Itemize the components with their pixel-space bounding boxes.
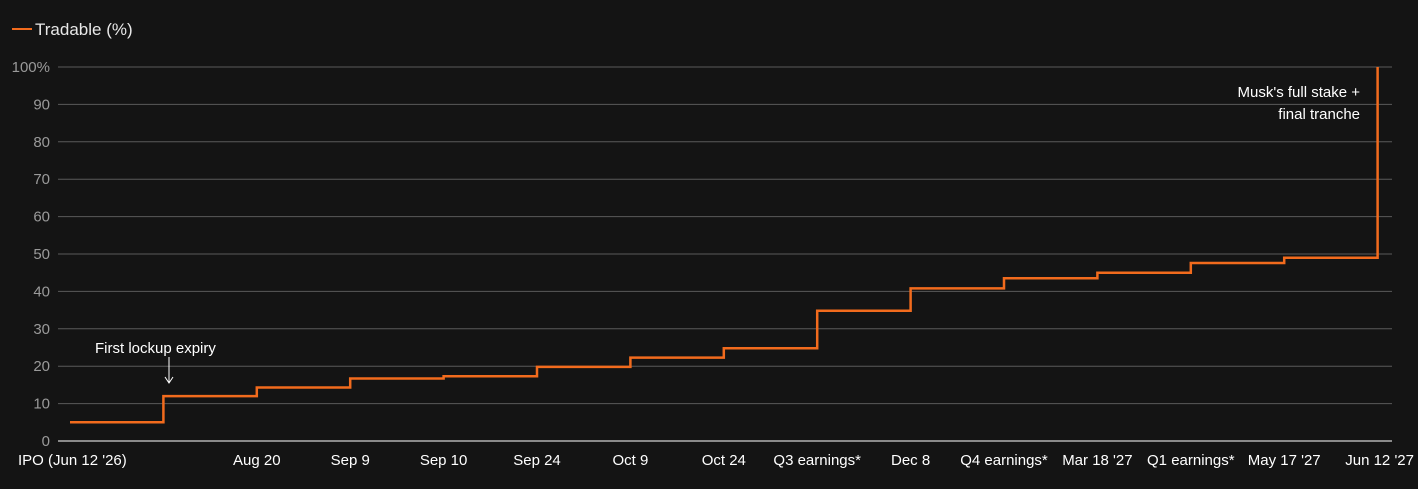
x-tick-5: Sep 24: [513, 452, 561, 469]
x-tick-7: Oct 24: [702, 452, 746, 469]
x-tick-3: Sep 9: [331, 452, 370, 469]
y-tick-100: 100%: [12, 59, 50, 76]
y-tick-labels: 0 10 20 30 40 50 60 70 80 90 100%: [12, 59, 50, 450]
y-tick-10: 10: [33, 396, 50, 413]
annotation-musk-line-2: final tranche: [1278, 106, 1360, 123]
x-tick-13: May 17 '27: [1248, 452, 1321, 469]
series-line-0: [70, 67, 1379, 424]
y-tick-50: 50: [33, 246, 50, 263]
annotations: First lockup expiry Musk's full stake + …: [95, 84, 1361, 384]
tradable-stepped-line-chart: Tradable (%) 0 10 20 30 40 50 60 70 80 90 100% IPO…: [12, 20, 1414, 469]
annotation-musk-line-1: Musk's full stake +: [1238, 84, 1361, 101]
y-tick-90: 90: [33, 96, 50, 113]
y-tick-30: 30: [33, 321, 50, 338]
x-tick-14: Jun 12 '27: [1345, 452, 1414, 469]
y-tick-60: 60: [33, 209, 50, 226]
y-tick-80: 80: [33, 134, 50, 151]
y-tick-70: 70: [33, 171, 50, 188]
legend: Tradable (%): [12, 20, 133, 39]
x-tick-4: Sep 10: [420, 452, 468, 469]
legend-label: Tradable (%): [35, 20, 133, 39]
x-tick-labels: IPO (Jun 12 '26) Aug 20 Sep 9 Sep 10 Sep 24 O…: [18, 452, 1414, 469]
x-tick-9: Dec 8: [891, 452, 930, 469]
gridlines: [58, 66, 1392, 442]
x-tick-8: Q3 earnings*: [773, 452, 861, 469]
series-layer: [69, 66, 1379, 424]
y-tick-40: 40: [33, 283, 50, 300]
y-tick-20: 20: [33, 358, 50, 375]
annotation-first-lockup: First lockup expiry: [95, 340, 216, 357]
x-tick-0: IPO (Jun 12 '26): [18, 452, 127, 469]
x-tick-11: Mar 18 '27: [1062, 452, 1132, 469]
x-tick-2: Aug 20: [233, 452, 281, 469]
x-tick-12: Q1 earnings*: [1147, 452, 1235, 469]
y-tick-0: 0: [42, 433, 50, 450]
x-tick-6: Oct 9: [612, 452, 648, 469]
x-tick-10: Q4 earnings*: [960, 452, 1048, 469]
